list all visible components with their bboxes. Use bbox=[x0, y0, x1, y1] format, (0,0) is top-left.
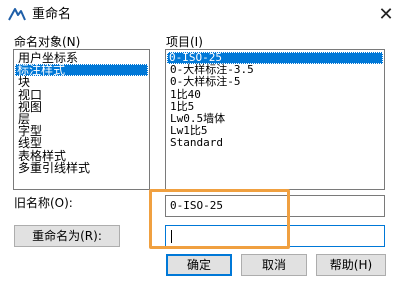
autocad-icon bbox=[8, 8, 26, 21]
window-title: 重命名 bbox=[32, 7, 72, 22]
named-object-list-item[interactable]: 视图 bbox=[16, 101, 44, 113]
items-list-item[interactable]: Lw1比5 bbox=[168, 125, 210, 137]
items-list-item[interactable]: 1比5 bbox=[168, 100, 196, 113]
title-bar: 重命名 ✕ bbox=[0, 0, 407, 30]
named-object-list-item[interactable]: 块 bbox=[16, 76, 32, 88]
close-icon[interactable]: ✕ bbox=[375, 4, 397, 26]
named-object-list-item[interactable]: 视口 bbox=[16, 89, 44, 101]
rename-to-button[interactable]: 重命名为(R): bbox=[14, 225, 120, 247]
old-name-label: 旧名称(O): bbox=[14, 196, 73, 210]
old-name-value: 0-ISO-25 bbox=[170, 199, 223, 212]
named-object-list-item[interactable]: 多重引线样式 bbox=[16, 162, 92, 174]
items-label: 项目(I) bbox=[166, 35, 203, 49]
rename-to-input[interactable] bbox=[165, 225, 385, 247]
items-list-item[interactable]: 0-大样标注-5 bbox=[168, 76, 243, 88]
text-caret bbox=[171, 230, 172, 243]
named-object-list-item[interactable]: 线型 bbox=[16, 137, 44, 149]
items-list-item[interactable]: Standard bbox=[168, 137, 225, 149]
named-objects-list[interactable]: 用户坐标系 标注样式块视口 视图层字型 线型 表格样式 多重引线样式 bbox=[13, 49, 150, 190]
items-list[interactable]: 0-ISO-25 0-大样标注-3.5 0-大样标注-5 1比40 1比5 Lw0.5墙体… bbox=[165, 49, 385, 190]
named-objects-label: 命名对象(N) bbox=[14, 35, 81, 49]
cancel-button[interactable]: 取消 bbox=[241, 254, 307, 276]
help-button[interactable]: 帮助(H) bbox=[316, 254, 386, 276]
named-object-list-item[interactable]: 表格样式 bbox=[16, 150, 68, 162]
items-list-item[interactable]: Lw0.5墙体 bbox=[168, 113, 227, 125]
items-list-item[interactable]: 1比40 bbox=[168, 88, 203, 101]
named-object-list-item[interactable]: 标注样式 bbox=[15, 64, 148, 77]
named-object-list-item[interactable]: 字型 bbox=[16, 125, 44, 137]
old-name-field[interactable]: 0-ISO-25 bbox=[165, 195, 385, 217]
ok-button[interactable]: 确定 bbox=[166, 254, 232, 276]
